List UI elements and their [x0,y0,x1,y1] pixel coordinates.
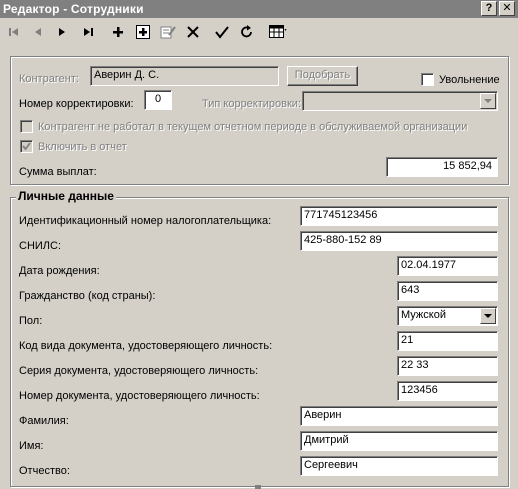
refresh-icon[interactable] [236,22,258,42]
correction-type-label: Тип корректировки: [202,98,302,110]
resize-handle[interactable] [255,485,261,489]
not-worked-label: Контрагент не работал в текущем отчетном… [38,121,468,133]
payments-label: Сумма выплат: [19,166,97,178]
not-worked-checkbox[interactable] [20,120,33,133]
doc-code-label: Код вида документа, удостоверяющего личн… [19,340,273,352]
select-contractor-button[interactable]: Подобрать [287,66,358,86]
confirm-icon[interactable] [211,22,233,42]
chevron-down-icon[interactable] [480,308,496,324]
dismissal-label: Увольнение [439,74,500,86]
patronymic-field[interactable]: Сергеевич [300,456,498,476]
help-button[interactable]: ? [481,1,497,16]
snils-label: СНИЛС: [19,240,62,252]
first-record-icon[interactable] [3,22,25,42]
title-bar: Редактор - Сотрудники ? ✕ [0,0,518,18]
doc-number-field[interactable]: 123456 [397,381,498,401]
snils-field[interactable]: 425-880-152 89 [300,231,498,251]
close-button[interactable]: ✕ [499,1,515,16]
name-field[interactable]: Дмитрий [300,431,498,451]
gender-select[interactable]: Мужской [397,306,498,326]
add-copy-icon[interactable] [132,22,154,42]
doc-series-field[interactable]: 22 33 [397,356,498,376]
doc-code-field[interactable]: 21 [397,331,498,351]
inn-field[interactable]: 771745123456 [300,206,498,226]
chevron-down-icon[interactable] [480,93,496,109]
citizenship-field[interactable]: 643 [397,281,498,301]
doc-number-label: Номер документа, удостоверяющего личност… [19,390,260,402]
birth-date-field[interactable]: 02.04.1977 [397,256,498,276]
dismissal-checkbox[interactable] [421,73,434,86]
toolbar [0,19,518,45]
window-title: Редактор - Сотрудники [3,2,144,16]
surname-label: Фамилия: [19,415,69,427]
prev-record-icon[interactable] [27,22,49,42]
surname-field[interactable]: Аверин [300,406,498,426]
payments-field[interactable]: 15 852,94 [386,157,498,177]
include-label: Включить в отчет [38,141,127,153]
check-mark-icon [22,142,31,151]
personal-data-title: Личные данные [16,189,116,203]
last-record-icon[interactable] [77,22,99,42]
correction-type-select[interactable] [302,91,498,111]
correction-number-field[interactable]: 0 [144,90,172,110]
add-icon[interactable] [107,22,129,42]
delete-icon[interactable] [182,22,204,42]
inn-label: Идентификационный номер налогоплательщик… [19,215,272,227]
birth-date-label: Дата рождения: [19,265,100,277]
name-label: Имя: [19,440,44,452]
citizenship-label: Гражданство (код страны): [19,290,156,302]
editor-window: Редактор - Сотрудники ? ✕ Контрагент: Ав… [0,0,518,489]
gender-label: Пол: [19,315,43,327]
table-view-icon[interactable] [267,22,289,42]
edit-icon[interactable] [157,22,179,42]
doc-series-label: Серия документа, удостоверяющего личност… [19,365,259,377]
patronymic-label: Отчество: [19,465,70,477]
correction-number-label: Номер корректировки: [19,98,134,110]
contractor-field[interactable]: Аверин Д. С. [90,66,279,86]
include-checkbox[interactable] [20,140,33,153]
contractor-label: Контрагент: [19,73,79,85]
gender-value: Мужской [401,309,446,321]
next-record-icon[interactable] [51,22,73,42]
